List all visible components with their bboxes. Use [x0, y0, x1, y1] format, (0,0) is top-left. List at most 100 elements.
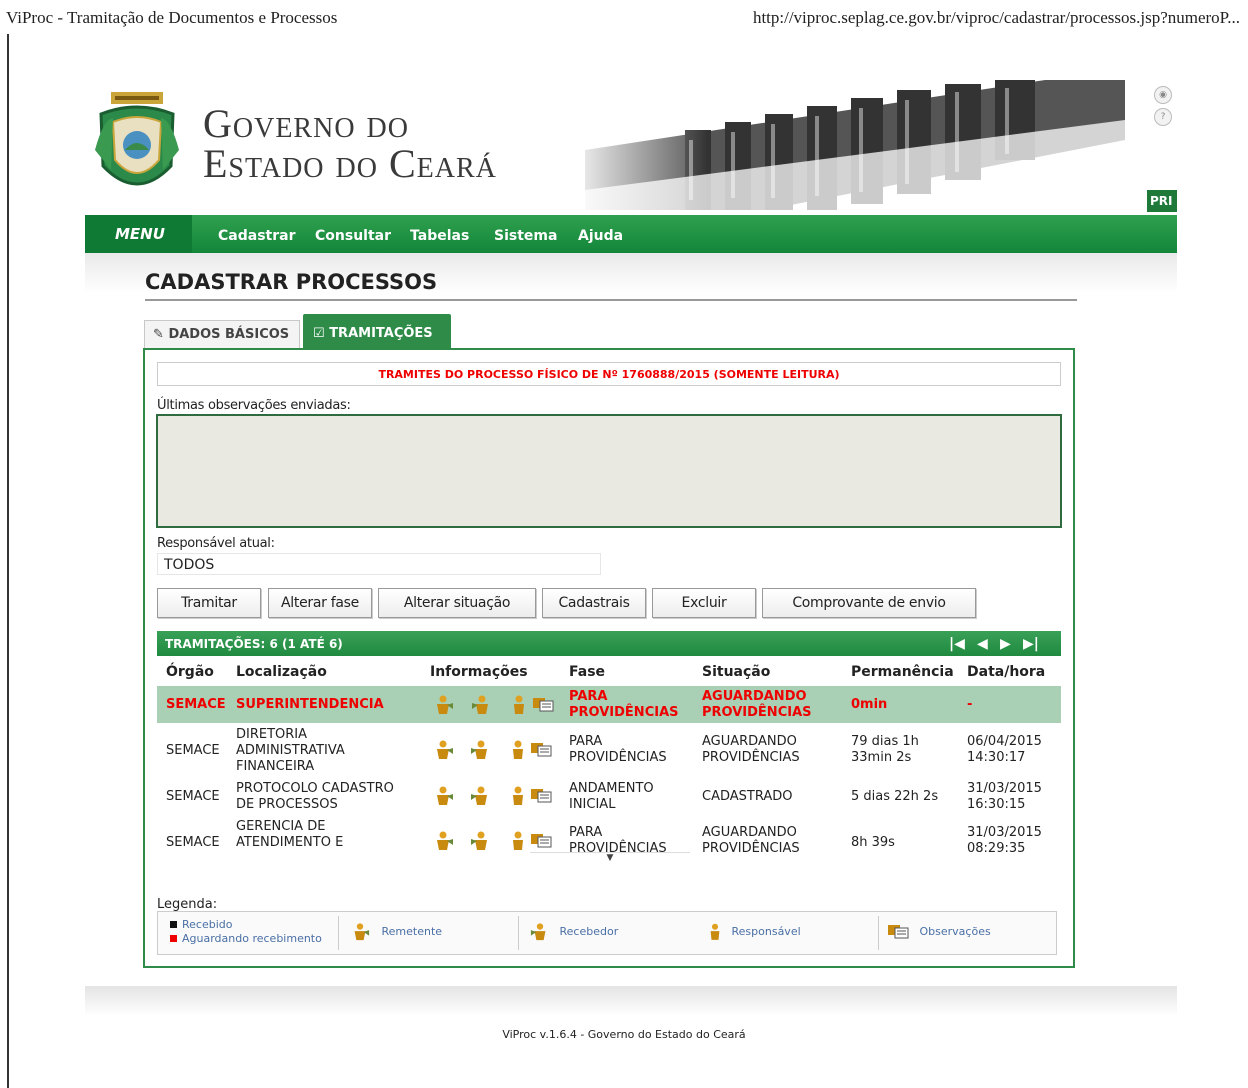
readonly-notice: TRAMITES DO PROCESSO FÍSICO DE Nº 176088… — [157, 362, 1061, 386]
legend-box: Recebido Aguardando recebimento Remetent… — [157, 911, 1057, 955]
menu-item-ajuda[interactable]: Ajuda — [578, 215, 623, 257]
site-header: Governo do Estado do Ceará ◉ ? PRI — [85, 80, 1177, 215]
table-row[interactable]: SEMACE GERENCIA DE ATENDIMENTO E PARA PR… — [157, 819, 1061, 852]
info-icons — [432, 830, 552, 852]
legend-observacoes: Observações — [919, 925, 991, 938]
alterar-fase-button[interactable]: Alterar fase — [268, 588, 372, 618]
responsavel-icon[interactable] — [511, 694, 527, 716]
cadastrais-button[interactable]: Cadastrais — [542, 588, 646, 618]
cell-data-hora: 31/03/2015 08:29:35 — [967, 825, 1042, 852]
tab-dados-basicos[interactable]: ✎ DADOS BÁSICOS — [144, 320, 300, 350]
remetente-icon[interactable] — [432, 739, 454, 761]
cell-orgao: SEMACE — [166, 697, 226, 712]
government-title-line2: Estado do Ceará — [203, 141, 497, 186]
edit-icon: ✎ — [153, 327, 164, 342]
legend-item-remetente: Remetente — [350, 922, 442, 942]
legend-item-responsavel: Responsável — [708, 922, 801, 942]
help-icon[interactable]: ? — [1154, 108, 1172, 126]
cell-situacao: CADASTRADO — [702, 789, 793, 804]
last-page-icon[interactable]: ▶| — [1023, 636, 1039, 652]
remetente-icon[interactable] — [432, 785, 454, 807]
excluir-button[interactable]: Excluir — [652, 588, 756, 618]
col-data-hora: Data/hora — [967, 664, 1046, 680]
cell-localizacao: PROTOCOLO CADASTRO DE PROCESSOS — [236, 781, 394, 812]
cell-localizacao: GERENCIA DE ATENDIMENTO E — [236, 819, 344, 850]
recebedor-icon[interactable] — [471, 694, 493, 716]
footer-version: ViProc v.1.6.4 - Governo do Estado do Ce… — [502, 1028, 746, 1041]
info-icons — [432, 785, 552, 807]
left-border — [7, 34, 9, 1088]
responsavel-icon[interactable] — [510, 830, 526, 852]
recebedor-icon[interactable] — [470, 739, 492, 761]
remetente-icon[interactable] — [432, 694, 454, 716]
checklist-icon: ☑ — [313, 326, 325, 341]
table-row[interactable]: SEMACE PROTOCOLO CADASTRO DE PROCESSOS A… — [157, 779, 1061, 819]
server-racks-banner — [565, 80, 1135, 215]
cell-fase: ANDAMENTO INICIAL — [569, 781, 654, 812]
recebido-marker — [170, 921, 177, 928]
col-orgao: Órgão — [166, 664, 214, 680]
col-fase: Fase — [569, 664, 606, 680]
menu-item-tabelas[interactable]: Tabelas — [410, 215, 469, 257]
table-row[interactable]: SEMACE SUPERINTENDENCIA PARA PROVIDÊNCIA… — [157, 686, 1061, 723]
page-title: CADASTRAR PROCESSOS — [145, 270, 438, 294]
legend-item-recebedor: Recebedor — [530, 922, 618, 942]
responsavel-icon[interactable] — [510, 739, 526, 761]
observacoes-icon[interactable] — [530, 787, 552, 805]
observations-textarea[interactable] — [156, 414, 1062, 528]
observacoes-icon[interactable] — [530, 832, 552, 850]
responsavel-icon[interactable] — [510, 785, 526, 807]
current-responsible-field[interactable]: TODOS — [157, 553, 601, 575]
legend-divider — [518, 916, 519, 950]
cell-data-hora: 06/04/2015 14:30:17 — [967, 734, 1042, 765]
recebedor-icon — [530, 923, 546, 941]
tab-dados-basicos-label: DADOS BÁSICOS — [168, 327, 290, 342]
legend-divider — [338, 916, 339, 950]
government-title: Governo do Estado do Ceará — [203, 104, 497, 184]
menu-item-sistema[interactable]: Sistema — [494, 215, 557, 257]
current-responsible-label: Responsável atual: — [157, 536, 275, 551]
cell-data-hora: - — [967, 697, 973, 712]
first-page-icon[interactable]: |◀ — [949, 636, 965, 652]
alterar-situacao-button[interactable]: Alterar situação — [378, 588, 536, 618]
remetente-icon[interactable] — [432, 830, 454, 852]
tramitacoes-table-header: TRAMITAÇÕES: 6 (1 ATÉ 6) |◀ ◀ ▶ ▶| — [157, 631, 1061, 656]
legend-responsavel: Responsável — [731, 925, 801, 938]
prev-page-icon[interactable]: ◀ — [977, 636, 988, 652]
cell-permanencia: 5 dias 22h 2s — [851, 789, 939, 804]
government-title-line1: Governo do — [203, 101, 409, 146]
observacoes-icon[interactable] — [530, 741, 552, 759]
browser-url: http://viproc.seplag.ce.gov.br/viproc/ca… — [752, 8, 1240, 27]
cell-situacao: AGUARDANDO PROVIDÊNCIAS — [702, 734, 800, 765]
main-menu-bar: MENU Cadastrar Consultar Tabelas Sistema… — [85, 215, 1177, 254]
top-link-pri[interactable]: PRI — [1147, 190, 1177, 212]
legend-divider — [878, 916, 879, 950]
cell-fase: PARA PROVIDÊNCIAS — [569, 734, 667, 765]
control-icon-top[interactable]: ◉ — [1154, 86, 1172, 104]
recebedor-icon[interactable] — [470, 830, 492, 852]
col-permanencia: Permanência — [851, 664, 954, 680]
comprovante-envio-button[interactable]: Comprovante de envio — [762, 588, 976, 618]
responsavel-icon — [710, 923, 720, 940]
remetente-icon — [354, 923, 370, 941]
table-row[interactable]: SEMACE DIRETORIA ADMINISTRATIVA FINANCEI… — [157, 726, 1061, 776]
col-localizacao: Localização — [236, 664, 327, 680]
cell-localizacao: DIRETORIA ADMINISTRATIVA FINANCEIRA — [236, 727, 345, 774]
legend-aguardando: Aguardando recebimento — [182, 932, 322, 945]
cell-permanencia: 0min — [851, 697, 888, 712]
menu-item-cadastrar[interactable]: Cadastrar — [218, 215, 295, 257]
next-page-icon[interactable]: ▶ — [1000, 636, 1011, 652]
recebedor-icon[interactable] — [470, 785, 492, 807]
observacoes-icon[interactable] — [532, 696, 554, 714]
observations-label: Últimas observações enviadas: — [157, 398, 351, 413]
tab-tramitacoes[interactable]: ☑ TRAMITAÇÕES — [303, 314, 451, 350]
tramitar-button[interactable]: Tramitar — [157, 588, 261, 618]
cell-permanencia: 8h 39s — [851, 835, 895, 850]
scroll-down-icon[interactable]: ▼ — [530, 852, 690, 863]
legend-title: Legenda: — [157, 897, 218, 912]
legend-item-observacoes: Observações — [886, 922, 991, 942]
legend-remetente: Remetente — [381, 925, 443, 938]
tramitacoes-table-body: SEMACE SUPERINTENDENCIA PARA PROVIDÊNCIA… — [157, 686, 1061, 852]
cell-situacao: AGUARDANDO PROVIDÊNCIAS — [702, 825, 800, 852]
menu-item-consultar[interactable]: Consultar — [315, 215, 391, 257]
